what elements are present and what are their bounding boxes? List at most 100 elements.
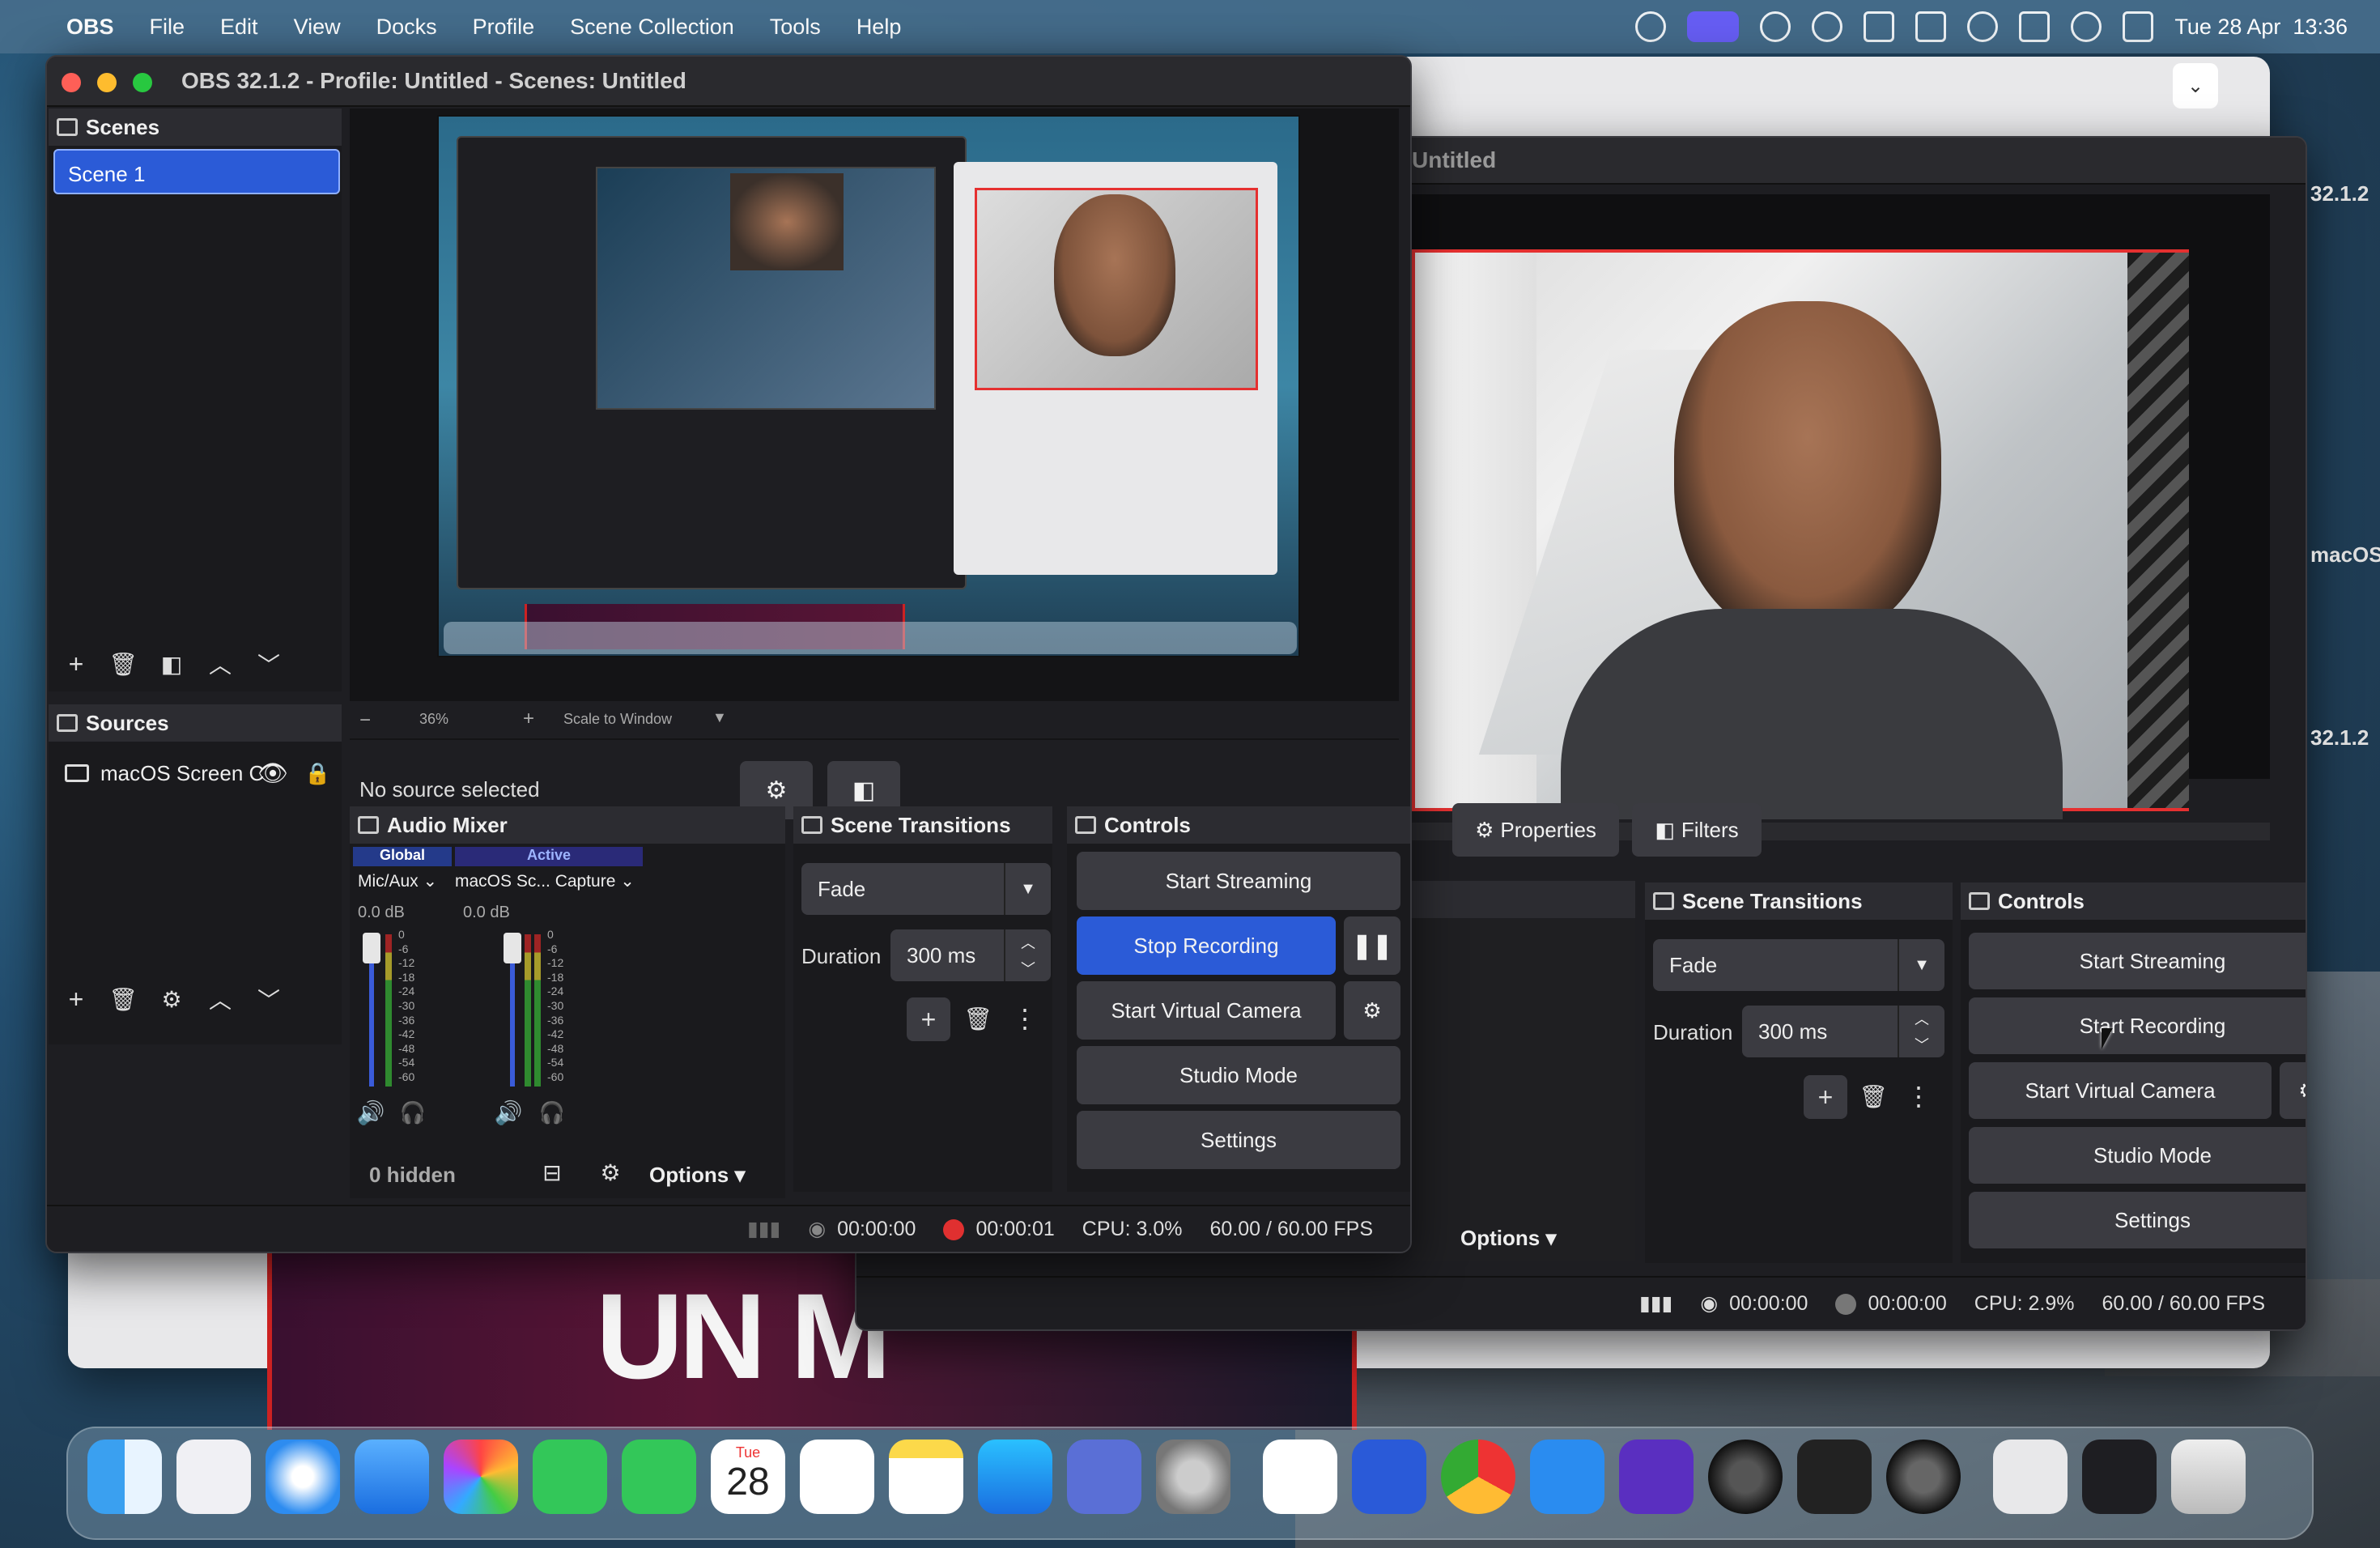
back-preview[interactable] [1412,194,2270,840]
move-scene-down-icon[interactable]: ﹀ [251,646,287,682]
mixer-options-button[interactable]: Options ▾ [649,1163,746,1188]
grammarly-dock-icon[interactable] [1619,1440,1694,1514]
mixer-advanced-settings-icon[interactable]: ⚙ [593,1155,628,1190]
app-store-icon[interactable] [978,1440,1052,1514]
app-menu[interactable]: OBS [66,15,114,40]
back-properties-button[interactable]: ⚙ Properties [1452,803,1619,857]
obs-status-icon[interactable] [1635,11,1667,42]
back-transition-menu-icon[interactable]: ⋮ [1901,1078,1936,1114]
pause-recording-icon[interactable]: ❚❚ [1344,916,1400,975]
capture-mute-speaker-icon[interactable]: 🔊 [491,1095,526,1130]
capture-monitor-headphones-icon[interactable]: 🎧 [534,1095,570,1130]
duration-field[interactable]: 300 ms ︿ ﹀ [890,929,1051,981]
menu-tools[interactable]: Tools [770,15,821,40]
safari-icon[interactable] [266,1440,340,1514]
reminders-icon[interactable] [800,1440,874,1514]
notes-icon[interactable] [889,1440,963,1514]
iphone-mirroring-icon[interactable] [1067,1440,1141,1514]
mic-mute-speaker-icon[interactable]: 🔊 [353,1095,389,1130]
menu-edit[interactable]: Edit [220,15,258,40]
capture-volume-fader[interactable] [504,933,521,963]
back-options-button[interactable]: Options ▾ [1460,1226,1557,1251]
back-virtual-camera-settings-icon[interactable]: ⚙ [2280,1062,2306,1119]
source-properties-icon[interactable]: ⚙ [154,981,189,1017]
scale-mode-arrow-icon[interactable]: ▼ [712,709,727,726]
move-scene-up-icon[interactable]: ︿ [202,646,238,682]
studio-mode-button[interactable]: Studio Mode [1077,1046,1400,1104]
system-settings-icon[interactable] [1156,1440,1230,1514]
add-source-icon[interactable]: + [58,981,94,1017]
phone-icon[interactable] [622,1440,696,1514]
wifi-icon[interactable] [1967,11,1999,42]
back-start-recording-button[interactable]: Start Recording [1969,997,2306,1054]
menu-file[interactable]: File [150,15,185,40]
screen-share-icon[interactable] [1687,11,1740,42]
remove-scene-icon[interactable]: 🗑 [105,646,141,682]
mic-volume-fader[interactable] [363,933,380,963]
remove-source-icon[interactable]: 🗑 [105,981,141,1017]
spotlight-search-icon[interactable] [2071,11,2102,42]
scene-list-item[interactable]: Scene 1 [53,149,340,194]
menubar-clock[interactable]: Tue 28 Apr 13:36 [2174,15,2348,40]
obs-dock-icon[interactable] [1886,1440,1961,1514]
grammarly-icon[interactable] [1812,11,1843,42]
delete-transition-icon[interactable]: 🗑 [960,1001,996,1036]
battery-icon[interactable] [2019,11,2051,42]
word-icon[interactable] [1915,11,1947,42]
lock-icon[interactable]: 🔒 [304,761,330,786]
zoom-in-icon[interactable]: + [523,708,534,730]
start-streaming-button[interactable]: Start Streaming [1077,852,1400,910]
menu-scene-collection[interactable]: Scene Collection [570,15,734,40]
back-transition-select[interactable]: Fade ▼ [1653,939,1944,991]
back-studio-mode-button[interactable]: Studio Mode [1969,1127,2306,1184]
source-list-item[interactable]: macOS Screen C 👁 🔒 [53,753,340,793]
obs-dock-icon-recording[interactable] [1708,1440,1783,1514]
zoom-window-button[interactable] [133,73,152,92]
obs-tray-icon[interactable] [1760,11,1791,42]
back-duration-field[interactable]: 300 ms ︿ ﹀ [1742,1006,1944,1057]
back-start-streaming-button[interactable]: Start Streaming [1969,933,2306,989]
transition-menu-icon[interactable]: ⋮ [1007,1001,1043,1036]
mixer-layout-icon[interactable]: ⊟ [534,1155,570,1190]
calendar-icon[interactable]: Tue 28 [711,1440,785,1514]
launchpad-icon[interactable] [176,1440,251,1514]
add-transition-icon[interactable]: + [907,997,950,1041]
back-camera-source[interactable] [1412,249,2189,819]
menu-profile[interactable]: Profile [473,15,535,40]
mail-icon[interactable] [355,1440,429,1514]
back-settings-button[interactable]: Settings [1969,1192,2306,1248]
finder-icon[interactable] [87,1440,162,1514]
terminal-icon[interactable] [1797,1440,1872,1514]
chrome-icon[interactable] [1441,1440,1515,1514]
channel-mic-aux[interactable]: Mic/Aux ⌄ [353,871,452,900]
mic-monitor-headphones-icon[interactable]: 🎧 [395,1095,431,1130]
word-icon[interactable] [1352,1440,1426,1514]
menu-help[interactable]: Help [856,15,902,40]
stop-recording-button[interactable]: Stop Recording [1077,916,1336,975]
close-window-button[interactable] [62,73,81,92]
mixer-tab-active[interactable]: Active [455,847,643,866]
settings-button[interactable]: Settings [1077,1111,1400,1169]
back-filters-button[interactable]: ◧ Filters [1632,803,1762,857]
photos-icon[interactable] [444,1440,518,1514]
minimize-window-button[interactable] [97,73,117,92]
visibility-eye-icon[interactable]: 👁 [257,759,288,788]
scale-mode-select[interactable]: Scale to Window [563,711,672,728]
trash-icon[interactable] [2171,1440,2246,1514]
back-delete-transition-icon[interactable]: 🗑 [1855,1078,1891,1114]
menu-view[interactable]: View [294,15,341,40]
back-start-virtual-camera-button[interactable]: Start Virtual Camera [1969,1062,2272,1119]
menu-docks[interactable]: Docks [376,15,437,40]
downloads-folder-icon[interactable] [1993,1440,2068,1514]
channel-screen-capture[interactable]: macOS Sc... Capture ⌄ [455,871,644,900]
background-dropdown-button[interactable]: ⌄ [2173,63,2218,108]
quicktime-icon[interactable] [1530,1440,1604,1514]
clickup-icon[interactable] [1263,1440,1337,1514]
scene-filters-icon[interactable]: ◧ [154,646,189,682]
zoom-out-icon[interactable]: − [359,709,371,732]
move-source-down-icon[interactable]: ﹀ [251,981,287,1017]
program-preview[interactable]: − 36% + Scale to Window ▼ [350,108,1399,740]
move-source-up-icon[interactable]: ︿ [202,981,238,1017]
add-scene-icon[interactable]: + [58,646,94,682]
sync-icon[interactable] [1864,11,1895,42]
